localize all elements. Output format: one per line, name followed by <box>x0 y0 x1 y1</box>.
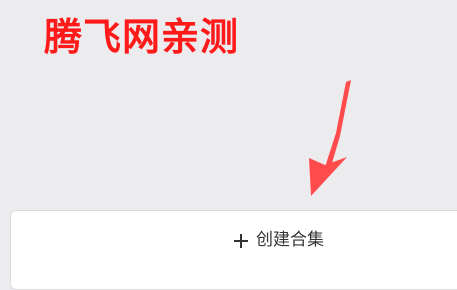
create-collection-button[interactable]: 创建合集 <box>234 232 324 249</box>
plus-icon <box>234 233 248 248</box>
annotation-arrow <box>309 80 351 196</box>
collection-card <box>10 210 457 290</box>
watermark-text: 腾飞网亲测 <box>44 15 240 59</box>
create-collection-label: 创建合集 <box>256 230 324 250</box>
